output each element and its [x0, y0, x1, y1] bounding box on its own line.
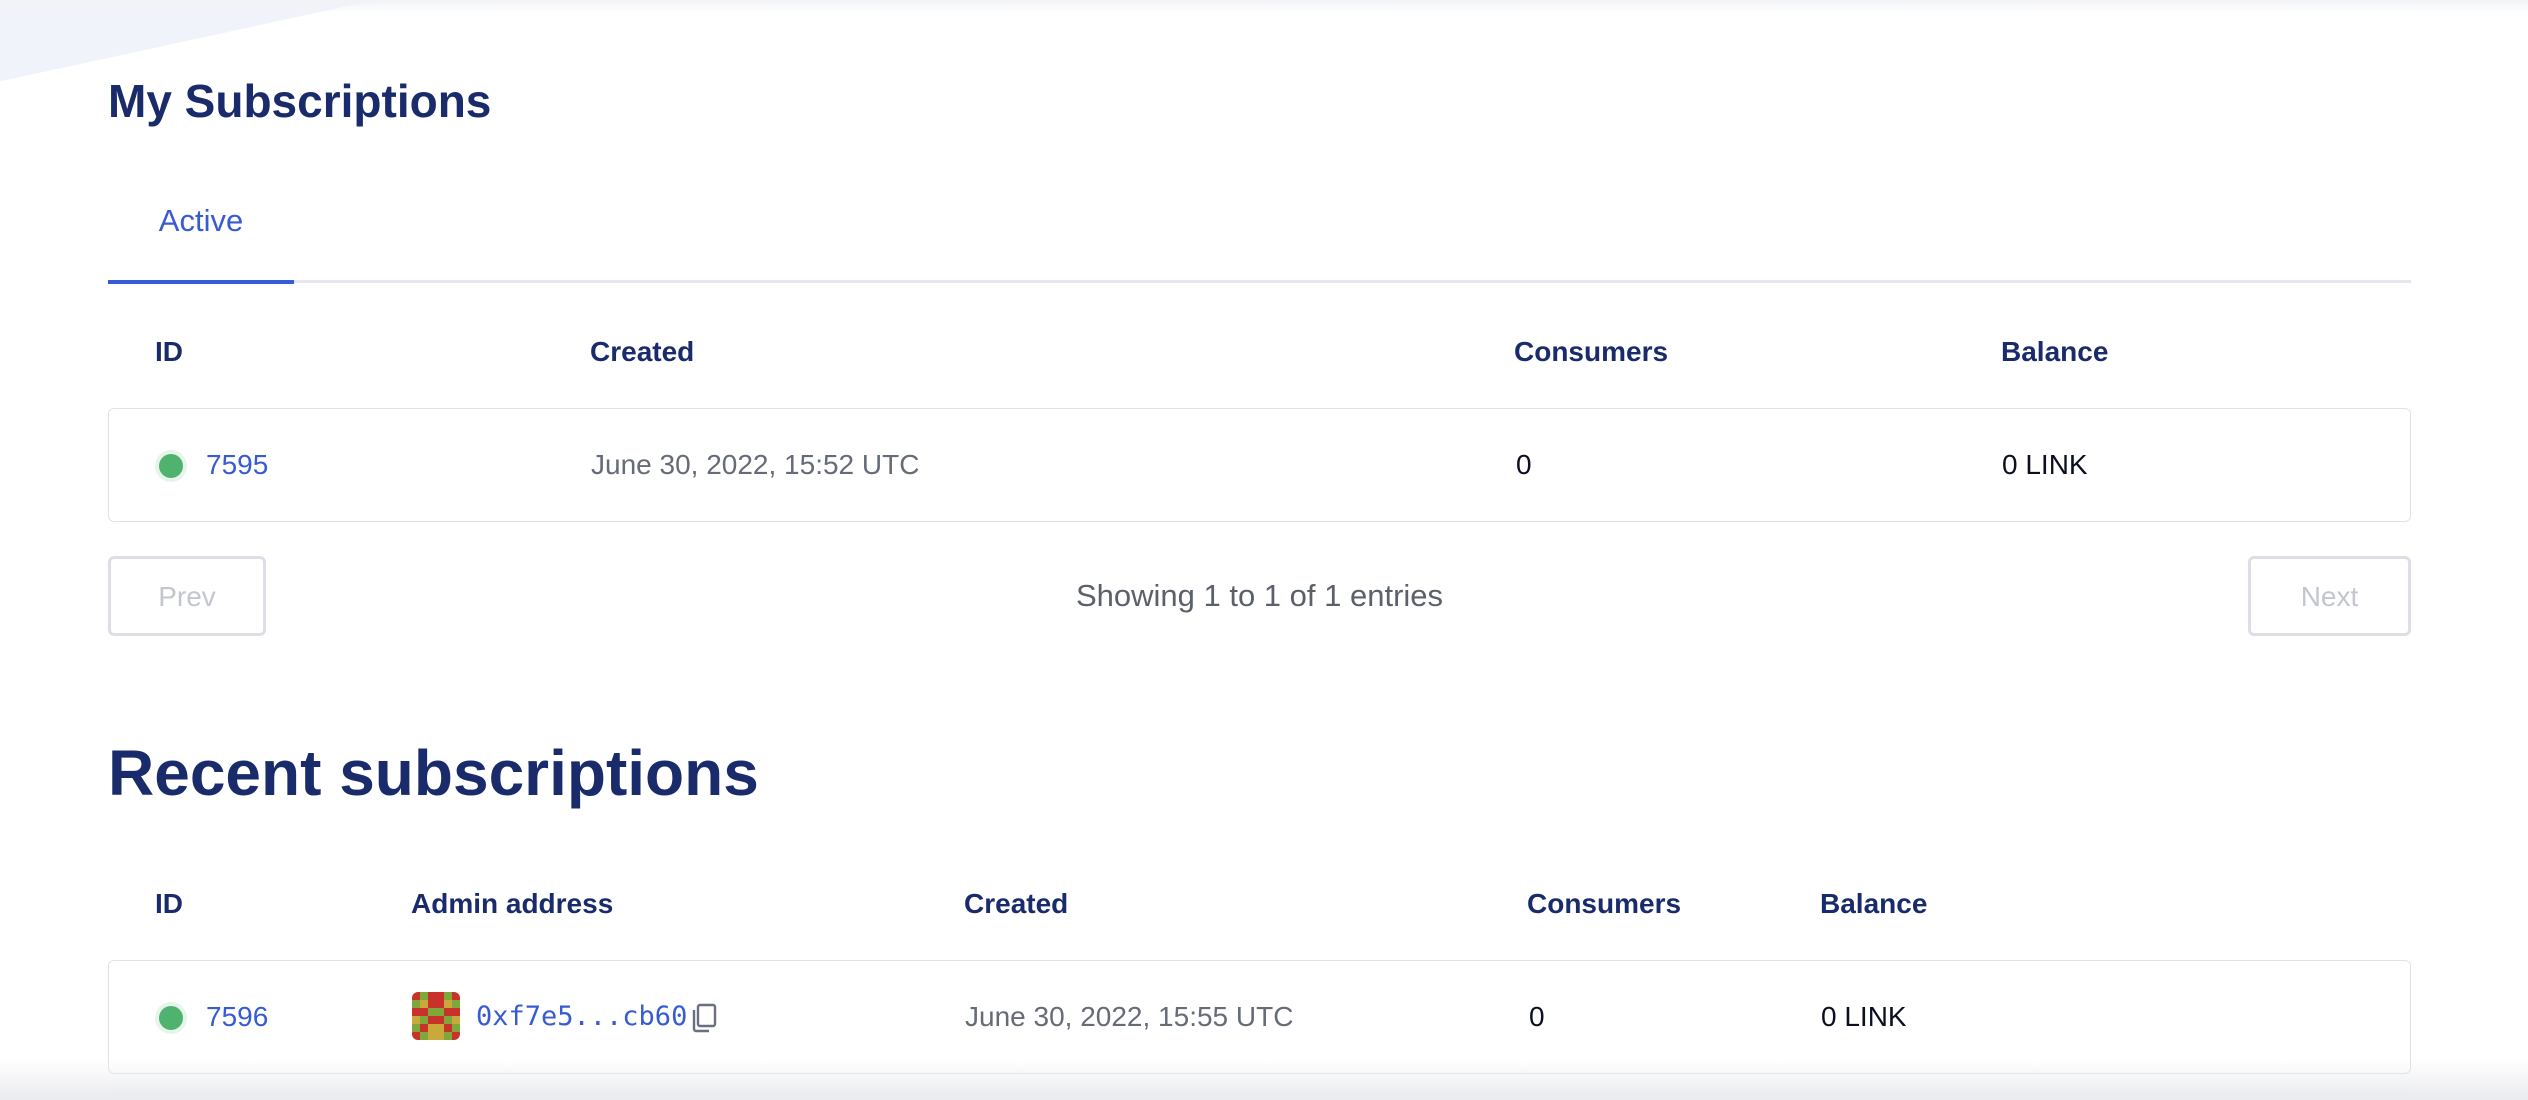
identicon-pixel: [428, 1032, 436, 1040]
identicon-pixel: [444, 1024, 452, 1032]
identicon-pixel: [428, 1024, 436, 1032]
copy-icon[interactable]: [689, 1002, 719, 1034]
identicon-pixel: [452, 1000, 460, 1008]
column-header-balance: Balance: [2001, 336, 2109, 367]
identicon-pixel: [444, 1000, 452, 1008]
identicon-pixel: [444, 1032, 452, 1040]
identicon-pixel: [420, 1016, 428, 1024]
identicon-pixel: [428, 1000, 436, 1008]
column-header-id: ID: [155, 888, 183, 919]
table-row[interactable]: 7595 June 30, 2022, 15:52 UTC 0 0 LINK: [108, 408, 2411, 522]
identicon-pixel: [444, 992, 452, 1000]
column-header-consumers: Consumers: [1514, 336, 1669, 367]
identicon-pixel: [436, 1032, 444, 1040]
identicon-pixel: [452, 1024, 460, 1032]
identicon-pixel: [436, 1024, 444, 1032]
identicon-pixel: [452, 992, 460, 1000]
identicon-pixel: [412, 1024, 420, 1032]
column-header-created: Created: [964, 888, 1069, 919]
column-header-consumers: Consumers: [1527, 888, 1682, 919]
identicon-pixel: [452, 1016, 460, 1024]
identicon-pixel: [420, 992, 428, 1000]
status-active-icon: [159, 1006, 183, 1030]
identicon-pixel: [428, 992, 436, 1000]
balance-value: 0 LINK: [1821, 1001, 1907, 1032]
column-header-balance: Balance: [1820, 888, 1928, 919]
table-row[interactable]: 7596 0xf7e5...cb60 June 30, 2022, 15:55 …: [108, 960, 2411, 1074]
identicon-pixel: [412, 992, 420, 1000]
created-date: June 30, 2022, 15:52 UTC: [591, 449, 920, 480]
header-shadow: [0, 0, 2528, 14]
column-header-created: Created: [590, 336, 695, 367]
identicon-pixel: [436, 1008, 444, 1016]
bottom-shadow: [0, 1060, 2528, 1100]
my-subscriptions-title: My Subscriptions: [108, 75, 492, 127]
page: My Subscriptions Active ID Created Consu…: [0, 0, 2528, 1100]
identicon-pixel: [412, 1032, 420, 1040]
pagination-summary: Showing 1 to 1 of 1 entries: [1075, 578, 1444, 613]
admin-address-link[interactable]: 0xf7e5...cb60: [476, 997, 687, 1037]
identicon-pixel: [436, 1000, 444, 1008]
subscription-tabs: Active: [108, 180, 2411, 284]
identicon-pixel: [412, 1016, 420, 1024]
created-date: June 30, 2022, 15:55 UTC: [965, 1001, 1294, 1032]
identicon-pixel: [444, 1008, 452, 1016]
identicon-pixel: [420, 1000, 428, 1008]
identicon-pixel: [444, 1016, 452, 1024]
consumers-count: 0: [1529, 1001, 1545, 1032]
identicon-pixel: [436, 992, 444, 1000]
identicon-pixel: [420, 1008, 428, 1016]
identicon-pixel: [428, 1016, 436, 1024]
recent-subscriptions-title: Recent subscriptions: [108, 737, 759, 809]
consumers-count: 0: [1516, 449, 1532, 480]
status-active-icon: [159, 454, 183, 478]
identicon-pixel: [412, 1000, 420, 1008]
identicon-pixel: [436, 1016, 444, 1024]
balance-value: 0 LINK: [2002, 449, 2088, 480]
identicon-pixel: [452, 1032, 460, 1040]
identicon-pixel: [420, 1032, 428, 1040]
column-header-id: ID: [155, 336, 183, 367]
next-button[interactable]: Next: [2248, 556, 2411, 636]
subscription-id-link[interactable]: 7595: [206, 445, 268, 485]
identicon-pixel: [428, 1008, 436, 1016]
subscription-id-link[interactable]: 7596: [206, 997, 268, 1037]
identicon-pixel: [420, 1024, 428, 1032]
tab-active[interactable]: Active: [108, 180, 294, 284]
identicon-pixel: [452, 1008, 460, 1016]
column-header-admin-address: Admin address: [411, 888, 614, 919]
identicon-pixel: [412, 1008, 420, 1016]
admin-avatar-icon: [412, 992, 460, 1040]
